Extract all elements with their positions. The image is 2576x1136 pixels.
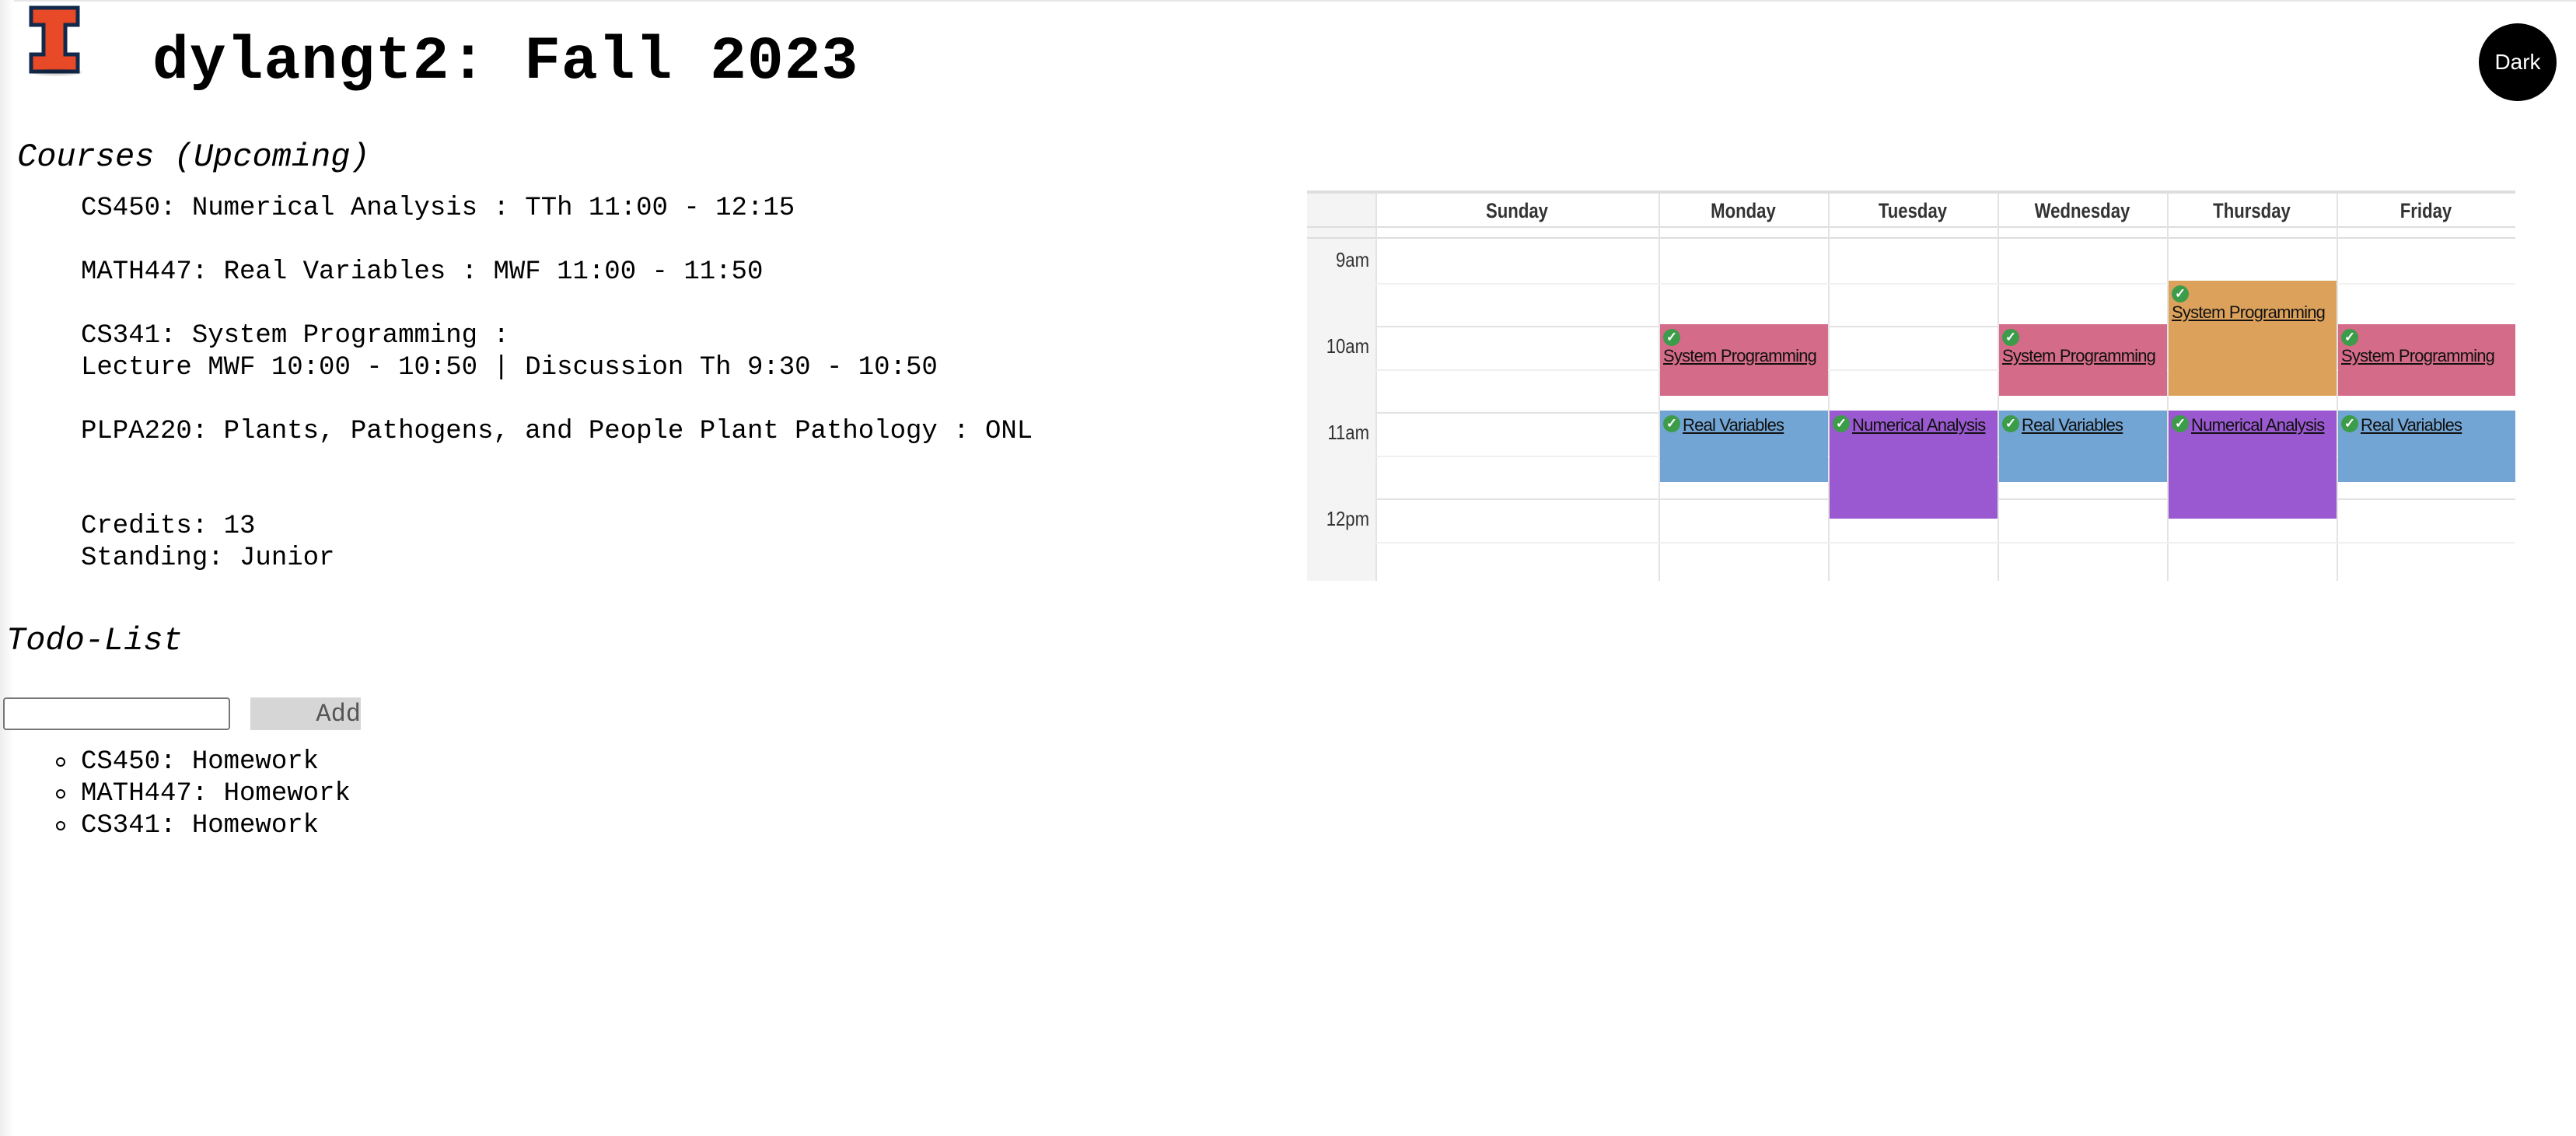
time-label-11am: 11am bbox=[1327, 421, 1369, 444]
header-divider-lower bbox=[1307, 237, 2515, 239]
circle-bullet-icon bbox=[56, 821, 65, 830]
day-header-sunday: Sunday bbox=[1486, 199, 1548, 222]
event-title: Numerical Analysis bbox=[1852, 415, 1986, 435]
check-circle-icon: ✓ bbox=[2341, 329, 2358, 346]
time-label-10am: 10am bbox=[1326, 334, 1369, 358]
half-hour-line bbox=[1375, 283, 2515, 285]
column-divider bbox=[1828, 194, 1830, 581]
time-label-12pm: 12pm bbox=[1326, 507, 1369, 530]
weekly-calendar: Sunday Monday Tuesday Wednesday Thursday… bbox=[1307, 190, 2515, 581]
event-title: Real Variables bbox=[1683, 415, 1784, 435]
event-numerical-analysis-thursday[interactable]: ✓ Numerical Analysis bbox=[2169, 411, 2337, 519]
add-todo-button[interactable]: Add bbox=[250, 697, 361, 730]
event-system-programming-wednesday[interactable]: ✓System Programming bbox=[1999, 324, 2167, 396]
day-header-friday: Friday bbox=[2399, 199, 2452, 222]
event-real-variables-wednesday[interactable]: ✓ Real Variables bbox=[1999, 411, 2167, 482]
left-shadow bbox=[0, 0, 14, 1136]
event-system-programming-thursday[interactable]: ✓System Programming bbox=[2169, 281, 2337, 396]
page-title: dylangt2: Fall 2023 bbox=[152, 28, 859, 96]
event-real-variables-friday[interactable]: ✓ Real Variables bbox=[2338, 411, 2515, 482]
dark-mode-toggle-button[interactable]: Dark bbox=[2479, 23, 2557, 101]
top-border bbox=[0, 0, 2576, 2]
day-header-wednesday: Wednesday bbox=[2034, 199, 2130, 222]
event-title: System Programming bbox=[2172, 302, 2326, 322]
todo-list: CS450: Homework MATH447: Homework CS341:… bbox=[0, 746, 351, 842]
event-system-programming-monday[interactable]: ✓System Programming bbox=[1660, 324, 1828, 396]
event-numerical-analysis-tuesday[interactable]: ✓ Numerical Analysis bbox=[1830, 411, 1998, 519]
check-circle-icon: ✓ bbox=[1663, 415, 1680, 432]
illinois-logo-icon bbox=[29, 5, 80, 74]
todo-heading: Todo-List bbox=[6, 622, 183, 659]
todo-item-label: CS450: Homework bbox=[81, 747, 320, 777]
time-label-9am: 9am bbox=[1336, 248, 1369, 271]
day-header-tuesday: Tuesday bbox=[1878, 199, 1948, 222]
event-title: Real Variables bbox=[2361, 415, 2462, 435]
course-math447: MATH447: Real Variables : MWF 11:00 - 11… bbox=[81, 257, 764, 287]
event-title: Numerical Analysis bbox=[2191, 415, 2325, 435]
todo-input[interactable] bbox=[3, 697, 230, 730]
standing-text: Standing: Junior bbox=[81, 544, 335, 573]
circle-bullet-icon bbox=[56, 757, 65, 767]
check-circle-icon: ✓ bbox=[2172, 415, 2189, 432]
check-circle-icon: ✓ bbox=[2002, 415, 2019, 432]
credits-text: Credits: 13 bbox=[81, 512, 256, 541]
todo-item-label: CS341: Homework bbox=[81, 811, 320, 841]
check-circle-icon: ✓ bbox=[2341, 415, 2358, 432]
event-title: Real Variables bbox=[2022, 415, 2123, 435]
courses-heading: Courses (Upcoming) bbox=[17, 138, 370, 176]
event-title: System Programming bbox=[2341, 346, 2495, 365]
day-header-monday: Monday bbox=[1711, 199, 1776, 222]
course-cs450: CS450: Numerical Analysis : TTh 11:00 - … bbox=[81, 194, 795, 223]
course-cs341-schedule: Lecture MWF 10:00 - 10:50 | Discussion T… bbox=[81, 353, 938, 383]
column-divider bbox=[1375, 194, 1377, 581]
day-header-thursday: Thursday bbox=[2213, 199, 2291, 222]
todo-item: MATH447: Homework bbox=[0, 778, 351, 810]
half-hour-line bbox=[1375, 542, 2515, 544]
course-cs341: CS341: System Programming : bbox=[81, 321, 509, 351]
todo-item: CS450: Homework bbox=[0, 746, 351, 778]
header-divider bbox=[1307, 226, 2515, 228]
check-circle-icon: ✓ bbox=[2002, 329, 2019, 346]
todo-item-label: MATH447: Homework bbox=[81, 779, 351, 809]
calendar-top-border bbox=[1307, 190, 2515, 194]
event-real-variables-monday[interactable]: ✓ Real Variables bbox=[1660, 411, 1828, 482]
course-plpa220: PLPA220: Plants, Pathogens, and People P… bbox=[81, 417, 1033, 446]
event-title: System Programming bbox=[2002, 346, 2156, 365]
check-circle-icon: ✓ bbox=[1663, 329, 1680, 346]
check-circle-icon: ✓ bbox=[2172, 285, 2189, 302]
circle-bullet-icon bbox=[56, 789, 65, 799]
event-title: System Programming bbox=[1663, 346, 1817, 365]
event-system-programming-friday[interactable]: ✓System Programming bbox=[2338, 324, 2515, 396]
todo-item: CS341: Homework bbox=[0, 810, 351, 842]
check-circle-icon: ✓ bbox=[1833, 415, 1850, 432]
logo-shadow bbox=[31, 68, 82, 76]
